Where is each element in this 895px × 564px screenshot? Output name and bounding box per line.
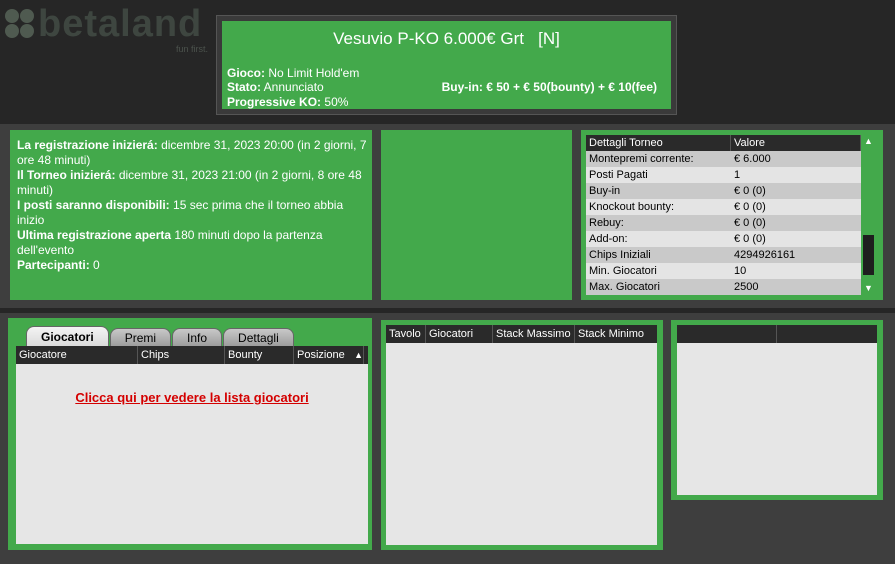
details-row-value: € 6.000 bbox=[734, 153, 771, 165]
details-row-value: € 0 (0) bbox=[734, 217, 766, 229]
side-list bbox=[677, 325, 877, 495]
tab-info[interactable]: Info bbox=[172, 328, 223, 347]
details-row-label: Add-on: bbox=[589, 233, 628, 245]
progressive-ko: Progressive KO: 50% bbox=[227, 95, 349, 109]
details-row-value: € 0 (0) bbox=[734, 201, 766, 213]
show-players-link[interactable]: Clicca qui per vedere la lista giocatori bbox=[16, 390, 368, 405]
late-registration: Ultima registrazione aperta 180 minuti d… bbox=[17, 228, 323, 257]
players-tabs: Giocatori Premi Info Dettagli bbox=[26, 326, 295, 347]
details-row: Montepremi corrente: € 6.000 bbox=[586, 151, 861, 167]
tables-list: Tavolo Giocatori Stack Massimo Stack Min… bbox=[386, 325, 657, 545]
col-chips[interactable]: Chips bbox=[138, 346, 225, 364]
tables-list-header: Tavolo Giocatori Stack Massimo Stack Min… bbox=[386, 325, 657, 343]
details-row-label: Max. Giocatori bbox=[589, 281, 660, 293]
details-row: Rebuy: € 0 (0) bbox=[586, 215, 861, 231]
details-row-label: Buy-in bbox=[589, 185, 621, 197]
details-row: Min. Giocatori 10 bbox=[586, 263, 861, 279]
tournament-state: Stato: Annunciato bbox=[227, 80, 324, 94]
details-row-label: Posti Pagati bbox=[589, 169, 648, 181]
details-panel: Dettagli Torneo Valore Montepremi corrent… bbox=[581, 130, 883, 300]
scroll-thumb[interactable] bbox=[863, 235, 874, 275]
details-row-label: Rebuy: bbox=[589, 217, 624, 229]
details-row-value: 2500 bbox=[734, 281, 759, 293]
col-tavolo[interactable]: Tavolo bbox=[386, 325, 426, 343]
players-panel: Giocatori Premi Info Dettagli Giocatore … bbox=[8, 318, 372, 550]
details-table: Dettagli Torneo Valore Montepremi corrent… bbox=[586, 135, 861, 295]
details-table-header: Dettagli Torneo Valore bbox=[586, 135, 861, 151]
players-list-header: Giocatore Chips Bounty Posizione ▲ bbox=[16, 346, 368, 364]
tab-dettagli[interactable]: Dettagli bbox=[223, 328, 294, 347]
details-row-value: € 0 (0) bbox=[734, 185, 766, 197]
scroll-up-icon[interactable]: ▲ bbox=[862, 135, 875, 148]
details-scrollbar[interactable]: ▲ ▼ bbox=[862, 135, 875, 295]
details-row: Max. Giocatori 2500 bbox=[586, 279, 861, 295]
tab-premi[interactable]: Premi bbox=[109, 328, 172, 347]
side-panel bbox=[671, 320, 883, 500]
buy-in: Buy-in: € 50 + € 50(bounty) + € 10(fee) bbox=[441, 80, 657, 94]
participants: Partecipanti: 0 bbox=[17, 258, 100, 272]
details-row-label: Knockout bounty: bbox=[589, 201, 675, 213]
side-list-header bbox=[677, 325, 877, 343]
tables-panel: Tavolo Giocatori Stack Massimo Stack Min… bbox=[381, 320, 663, 550]
registration-start: La registrazione inizierá: dicembre 31, … bbox=[17, 138, 367, 167]
details-row-value: € 0 (0) bbox=[734, 233, 766, 245]
tournament-header: Vesuvio P-KO 6.000€ Grt [N] Gioco: No Li… bbox=[216, 15, 677, 115]
col-bounty[interactable]: Bounty bbox=[225, 346, 294, 364]
scroll-down-icon[interactable]: ▼ bbox=[862, 282, 875, 295]
registration-panel: La registrazione inizierá: dicembre 31, … bbox=[10, 130, 372, 300]
game-type: Gioco: No Limit Hold'em bbox=[227, 66, 360, 80]
details-row: Chips Iniziali 4294926161 bbox=[586, 247, 861, 263]
details-row-value: 4294926161 bbox=[734, 249, 796, 261]
details-row-label: Min. Giocatori bbox=[589, 265, 657, 277]
details-row: Buy-in € 0 (0) bbox=[586, 183, 861, 199]
details-row-label: Chips Iniziali bbox=[589, 249, 651, 261]
logo-clover-icon bbox=[4, 8, 36, 40]
tournament-start: Il Torneo inizierá: dicembre 31, 2023 21… bbox=[17, 168, 362, 197]
col-stack-minimo[interactable]: Stack Minimo bbox=[575, 325, 657, 343]
details-row: Knockout bounty: € 0 (0) bbox=[586, 199, 861, 215]
players-list: Giocatore Chips Bounty Posizione ▲ Clicc… bbox=[16, 346, 368, 544]
details-row-value: 1 bbox=[734, 169, 741, 181]
tab-giocatori[interactable]: Giocatori bbox=[26, 326, 109, 347]
details-row-value: 10 bbox=[734, 265, 747, 277]
empty-panel bbox=[381, 130, 572, 300]
sort-arrow-icon[interactable]: ▲ bbox=[351, 346, 364, 364]
seats-available: I posti saranno disponibili: 15 sec prim… bbox=[17, 198, 344, 227]
logo-text: betaland bbox=[38, 3, 203, 45]
logo-tagline: fun first. bbox=[176, 44, 209, 54]
details-row: Posti Pagati 1 bbox=[586, 167, 861, 183]
details-row: Add-on: € 0 (0) bbox=[586, 231, 861, 247]
col-giocatori[interactable]: Giocatori bbox=[426, 325, 493, 343]
tournament-title: Vesuvio P-KO 6.000€ Grt [N] bbox=[333, 29, 560, 48]
col-giocatore[interactable]: Giocatore bbox=[16, 346, 138, 364]
col-stack-massimo[interactable]: Stack Massimo bbox=[493, 325, 575, 343]
details-row-label: Montepremi corrente: bbox=[589, 153, 694, 165]
